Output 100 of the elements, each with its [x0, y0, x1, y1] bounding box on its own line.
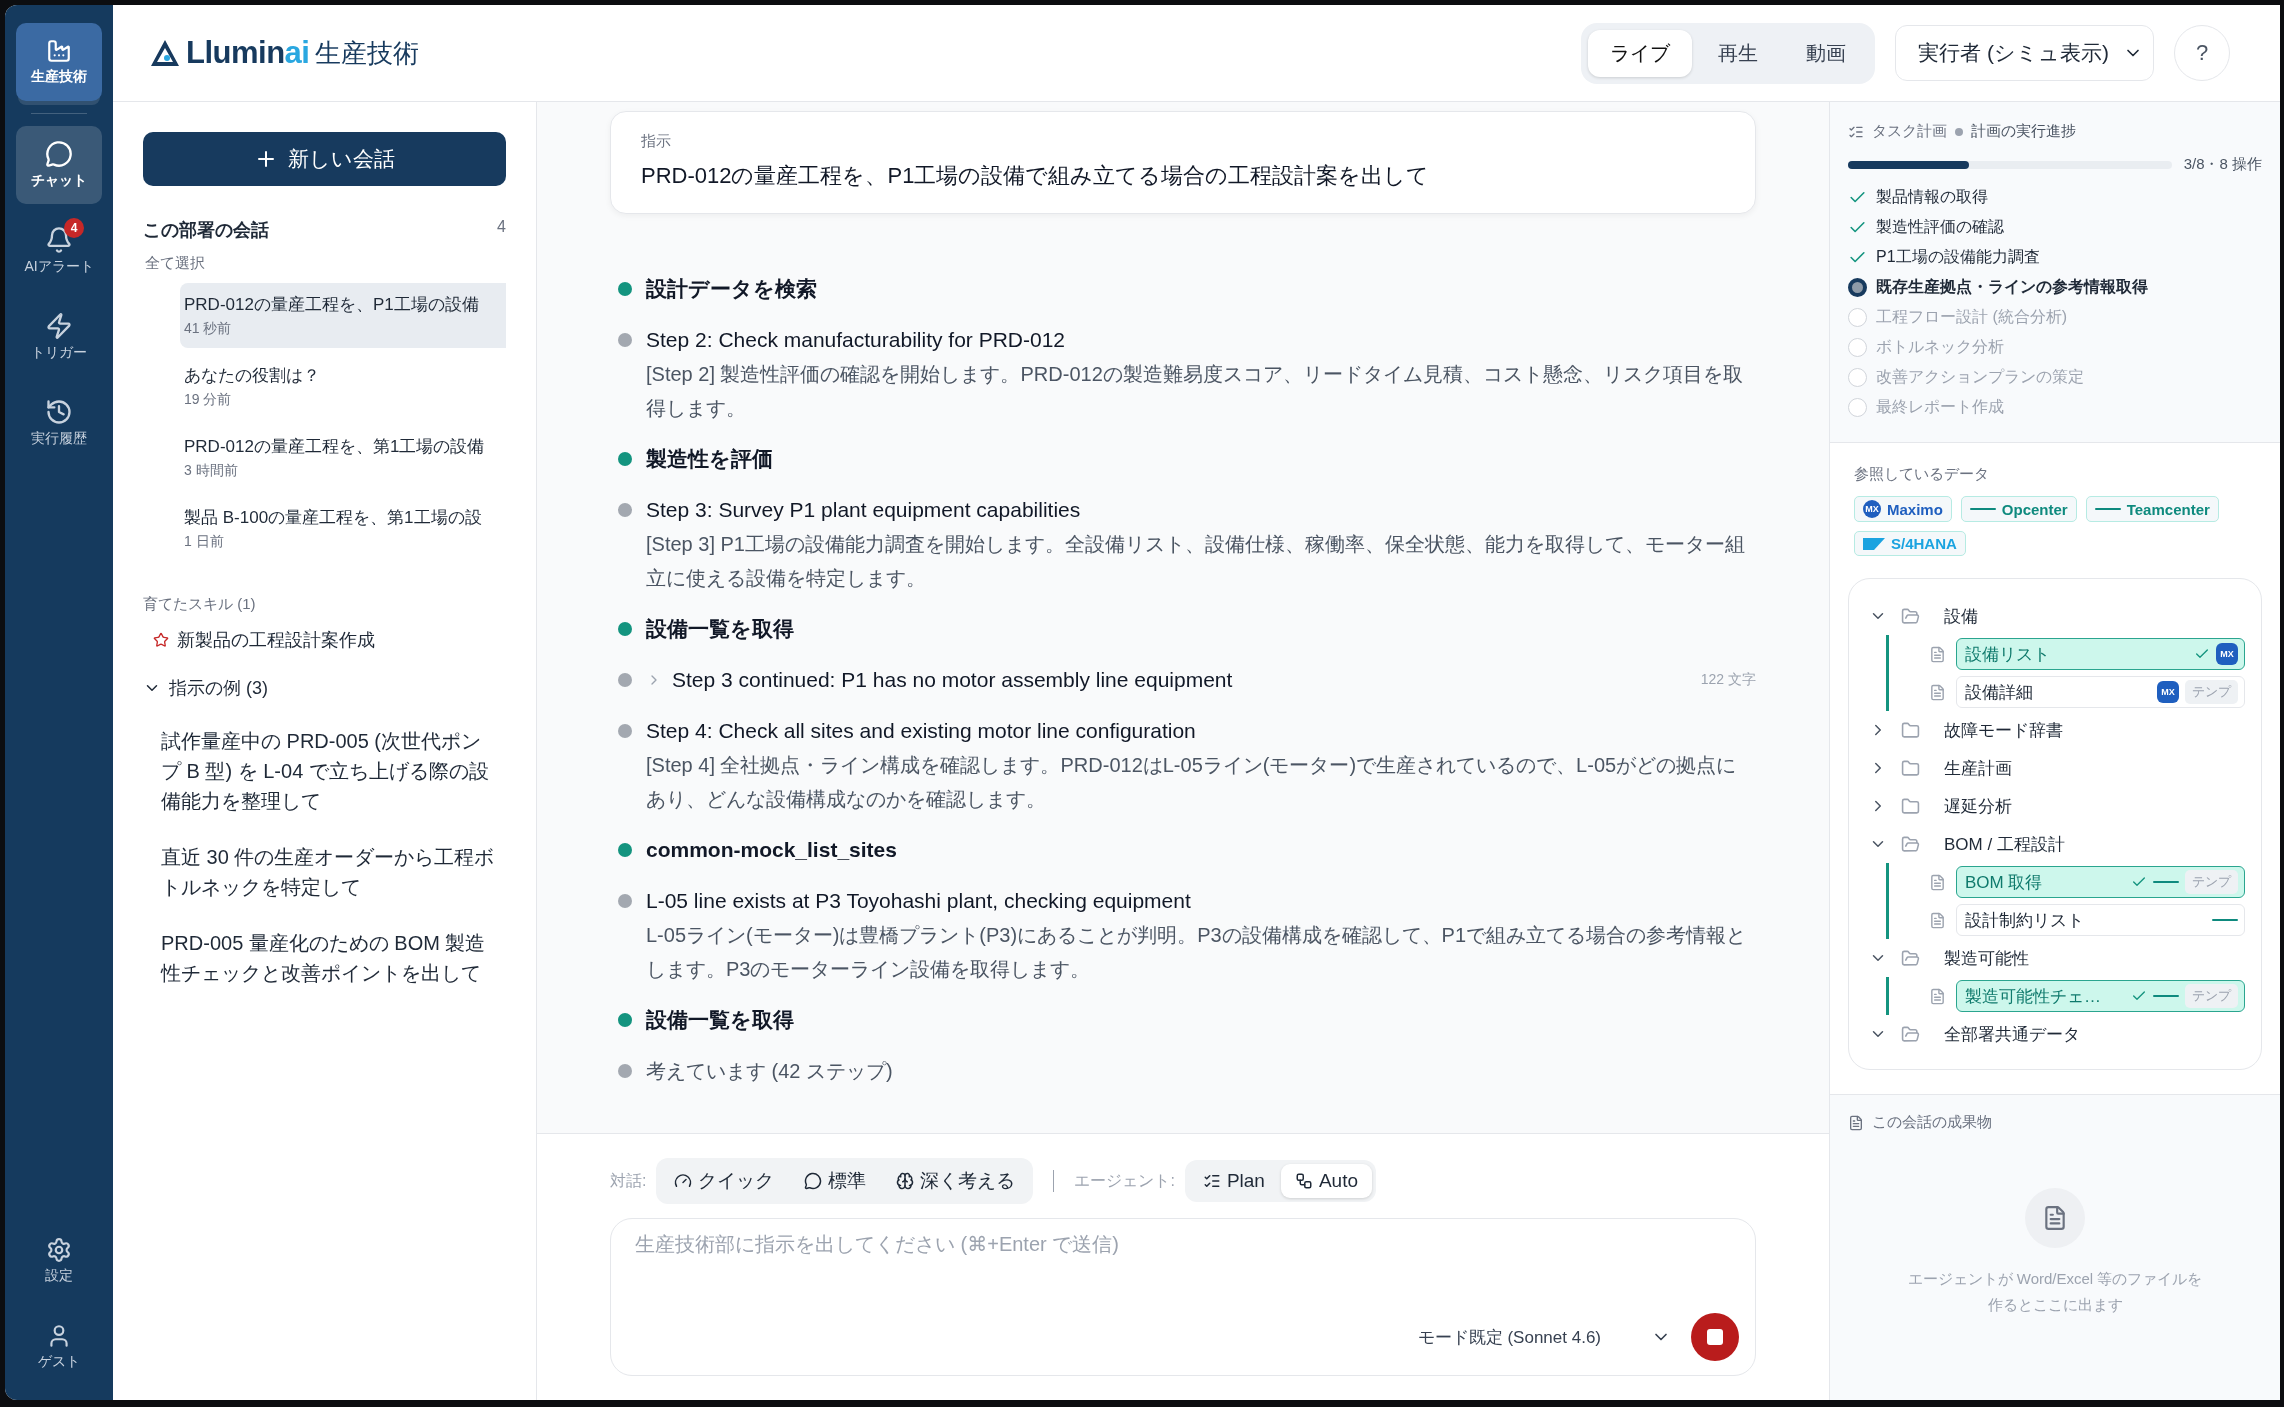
rail-item[interactable]: 実行履歴	[16, 384, 102, 462]
logo-icon	[150, 39, 180, 67]
data-source-chip[interactable]: Teamcenter	[2085, 496, 2219, 522]
conversation-time: 1 日前	[184, 533, 225, 551]
data-item[interactable]: 設備リスト MX	[1956, 638, 2245, 670]
folder-row[interactable]: BOM / 工程設計	[1869, 825, 2245, 863]
data-item-label: 製造可能性チェ…	[1965, 985, 2101, 1008]
data-item-label: 設備リスト	[1965, 643, 2050, 666]
step-text: [Step 3] P1工場の設備能力調査を開始します。全設備リスト、設備仕様、稼働率、保全状態、能力を取得して、モーター組立に使える設備を特定します。	[646, 532, 1746, 591]
task-label: 既存生産拠点・ラインの参考情報取得	[1876, 276, 2148, 297]
step-dot	[618, 282, 632, 296]
plan-title: タスク計画	[1872, 122, 1947, 141]
rail-item[interactable]: 4 AIアラート	[16, 212, 102, 290]
new-chat-button[interactable]: 新しい会話	[143, 132, 506, 186]
folder-icon	[1901, 834, 1920, 854]
step-dot	[618, 1013, 632, 1027]
factory-icon	[46, 38, 72, 64]
data-item-label: BOM 取得	[1965, 871, 2043, 894]
stop-button[interactable]	[1691, 1313, 1739, 1361]
data-item[interactable]: 設備詳細 MX テンプ	[1956, 676, 2245, 708]
example-prompt[interactable]: 試作量産中の PRD-005 (次世代ポンプ B 型) を L-04 で立ち上げる際の設備能力を整理して	[161, 726, 496, 816]
status-dot	[1955, 127, 1963, 136]
folder-icon	[1901, 796, 1920, 816]
agent-mode-option[interactable]: Auto	[1280, 1164, 1373, 1198]
view-tab[interactable]: ライブ	[1588, 29, 1693, 77]
step-dot	[618, 452, 632, 466]
task-label: 最終レポート作成	[1876, 396, 2004, 417]
history-icon	[45, 398, 73, 426]
action-title: 設計データを検索	[646, 276, 818, 302]
document-icon	[1929, 645, 1946, 663]
conversation-item[interactable]: PRD-012の量産工程を、P1工場の設備 41 秒前	[180, 283, 506, 348]
folder-row[interactable]: 設備	[1869, 597, 2245, 635]
instruction-label: 指示	[641, 132, 672, 151]
conversation-title: 製品 B-100の量産工程を、第1工場の設	[184, 507, 483, 529]
data-item[interactable]: BOM 取得 テンプ	[1956, 866, 2245, 898]
conversation-item[interactable]: 製品 B-100の量産工程を、第1工場の設 1 日前	[180, 496, 506, 561]
step-toggle[interactable]: Step 3 continued: P1 has no motor assembly line equipment	[672, 663, 1233, 697]
data-item[interactable]: 製造可能性チェ… テンプ	[1956, 980, 2245, 1012]
workflow-icon	[1294, 1172, 1313, 1190]
folder-icon	[1901, 606, 1920, 626]
step-text: [Step 4] 全社拠点・ライン構成を確認します。PRD-012はL-05ライン(モーター)で生産されているので、L-05がどの拠点にあり、どんな設備構成なのかを確認します。	[646, 753, 1738, 812]
folder-icon	[1901, 758, 1920, 778]
rail-item[interactable]: チャット	[16, 126, 102, 204]
lightning-icon	[45, 312, 73, 340]
step-text: [Step 2] 製造性評価の確認を開始します。PRD-012の製造難易度スコア、リードタイム見積、コスト懸念、リスク項目を取得します。	[646, 362, 1744, 421]
examples-toggle[interactable]: 指示の例 (3)	[143, 676, 506, 700]
select-all-link[interactable]: 全て選択	[145, 254, 506, 273]
instruction-text: PRD-012の量産工程を、P1工場の設備で組み立てる場合の工程設計案を出して	[641, 162, 1431, 190]
plan-subtitle: 計画の実行進捗	[1971, 122, 2076, 141]
data-item[interactable]: 設計制約リスト	[1956, 904, 2245, 936]
model-select[interactable]: モード既定 (Sonnet 4.6)	[1417, 1325, 1671, 1349]
folder-row[interactable]: 故障モード辞書	[1869, 711, 2245, 749]
rail-item[interactable]: トリガー	[16, 298, 102, 376]
data-source-chip[interactable]: Opcenter	[1960, 496, 2077, 522]
rail-item[interactable]: 設定	[16, 1222, 102, 1300]
skill-item[interactable]: 新製品の工程設計案作成	[153, 628, 506, 652]
action-title: 製造性を評価	[646, 446, 774, 472]
conversation-item[interactable]: PRD-012の量産工程を、第1工場の設備 3 時間前	[180, 425, 506, 490]
folder-row[interactable]: 生産計画	[1869, 749, 2245, 787]
agent-mode-option[interactable]: Plan	[1188, 1164, 1279, 1198]
folder-row[interactable]: 全部署共通データ	[1869, 1015, 2245, 1053]
view-tab[interactable]: 動画	[1784, 29, 1869, 77]
task-label: ボトルネック分析	[1876, 336, 2004, 357]
dialog-mode-option[interactable]: 標準	[790, 1162, 881, 1200]
message-field[interactable]: 生産技術部に指示を出してください (⌘+Enter で送信) モード既定 (Sonnet 4.6)	[610, 1218, 1756, 1376]
sap-logo-icon	[1863, 537, 1885, 550]
data-source-chip[interactable]: MX Maximo	[1854, 496, 1952, 522]
section-title: この部署の会話	[143, 219, 269, 242]
step-title: Step 4: Check all sites and existing motor line configuration	[646, 718, 1197, 744]
app-tile[interactable]: 生産技術	[16, 23, 102, 101]
conversation-time: 19 分前	[184, 391, 233, 409]
conversation-title: あなたの役割は？	[184, 365, 321, 387]
bell-icon	[45, 226, 73, 254]
settings-icon	[46, 1237, 72, 1263]
section-title: 育てたスキル (1)	[143, 595, 257, 614]
chat-bubble-icon	[45, 140, 73, 168]
app-title: 生産技術	[315, 36, 420, 70]
rail-item[interactable]: ゲスト	[16, 1308, 102, 1386]
empty-state-text: エージェントが Word/Excel 等のファイルを作るとここに出ます	[1906, 1269, 2204, 1315]
view-tab[interactable]: 再生	[1696, 29, 1781, 77]
thinking-status: 考えています (42 ステップ)	[646, 1059, 894, 1084]
conversation-time: 41 秒前	[184, 320, 233, 338]
dialog-mode-option[interactable]: クイック	[660, 1162, 789, 1200]
maximo-logo-icon: MX	[1863, 500, 1881, 518]
dialog-mode-option[interactable]: 深く考える	[882, 1162, 1030, 1200]
step-title: L-05 line exists at P3 Toyohashi plant, checking equipment	[646, 888, 1192, 914]
conversation-title: PRD-012の量産工程を、P1工場の設備	[184, 294, 480, 316]
example-prompt[interactable]: PRD-005 量産化のための BOM 製造性チェックと改善ポイントを出して	[161, 928, 496, 988]
brain-icon	[896, 1172, 915, 1190]
conversation-time: 3 時間前	[184, 462, 239, 480]
runner-select[interactable]: 実行者 (シミュ表示)	[1895, 25, 2154, 81]
data-item-label: 設備詳細	[1965, 681, 2033, 704]
folder-row[interactable]: 遅延分析	[1869, 787, 2245, 825]
example-prompt[interactable]: 直近 30 件の生産オーダーから工程ボトルネックを特定して	[161, 842, 496, 902]
document-icon	[1929, 987, 1946, 1005]
task-label: 製造性評価の確認	[1876, 216, 2004, 237]
conversation-item[interactable]: あなたの役割は？ 19 分前	[180, 354, 506, 419]
action-title: 設備一覧を取得	[646, 616, 795, 642]
step-dot	[618, 503, 632, 517]
folder-row[interactable]: 製造可能性	[1869, 939, 2245, 977]
